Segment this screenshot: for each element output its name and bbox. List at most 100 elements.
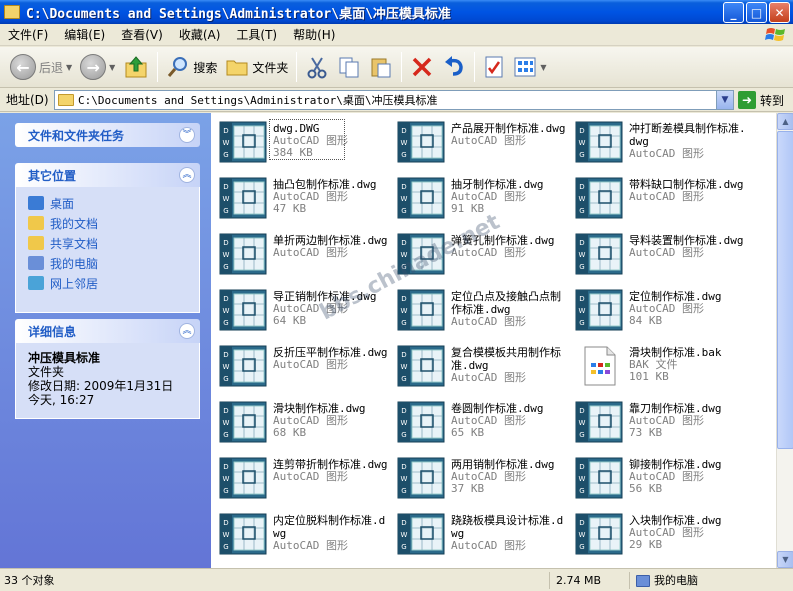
maximize-button[interactable]: □ (746, 2, 767, 23)
file-item[interactable]: D W G 定位凸点及接触凸点制作标准.dwg AutoCAD 图形 (393, 285, 568, 339)
svg-text:D: D (579, 127, 584, 135)
title-bar[interactable]: C:\Documents and Settings\Administrator\… (0, 0, 793, 24)
details-header[interactable]: 详细信息 ︽ (15, 319, 200, 343)
back-button[interactable]: ← 后退 ▼ (6, 50, 76, 84)
file-item[interactable]: D W G 滑块制作标准.dwg AutoCAD 图形 68 KB (215, 397, 390, 451)
file-item[interactable]: D W G 抽凸包制作标准.dwg AutoCAD 图形 47 KB (215, 173, 390, 227)
menu-help[interactable]: 帮助(H) (285, 24, 343, 46)
scroll-up-icon[interactable]: ▲ (777, 113, 793, 130)
address-value: C:\Documents and Settings\Administrator\… (78, 94, 438, 107)
file-item[interactable]: D W G 连剪带折制作标准.dwg AutoCAD 图形 (215, 453, 390, 507)
file-tasks-header[interactable]: 文件和文件夹任务 ︾ (15, 123, 200, 147)
go-button[interactable]: ➜ 转到 (738, 91, 784, 109)
file-item[interactable]: D W G 冲打断差模具制作标准.dwg AutoCAD 图形 (571, 117, 746, 171)
forward-dropdown-icon[interactable]: ▼ (109, 63, 115, 72)
collapse-chevron-icon[interactable]: ︽ (179, 167, 195, 183)
file-list[interactable]: D W Gdwg.DWG AutoCAD 图形 384 KB D W G 产品展开制作标准.dw… (211, 113, 776, 568)
place-my-computer[interactable]: 我的电脑 (28, 253, 199, 273)
scroll-thumb[interactable] (777, 131, 793, 449)
views-button[interactable]: ▼ (509, 50, 550, 84)
file-item[interactable]: D W G 弹簧孔制作标准.dwg AutoCAD 图形 (393, 229, 568, 283)
place-network[interactable]: 网上邻居 (28, 273, 199, 293)
place-desktop[interactable]: 桌面 (28, 193, 199, 213)
svg-text:G: G (223, 319, 228, 327)
desktop-icon (28, 196, 44, 210)
folders-icon (226, 60, 248, 76)
back-dropdown-icon[interactable]: ▼ (66, 63, 72, 72)
address-dropdown-icon[interactable]: ▼ (716, 91, 733, 109)
menu-file[interactable]: 文件(F) (0, 24, 56, 46)
minimize-button[interactable]: _ (723, 2, 744, 23)
svg-text:W: W (579, 307, 586, 315)
collapse-chevron-icon[interactable]: ︽ (179, 323, 195, 339)
file-item[interactable]: D W G 复合模模板共用制作标准.dwg AutoCAD 图形 (393, 341, 568, 395)
svg-text:G: G (579, 151, 584, 159)
other-places-header[interactable]: 其它位置 ︽ (15, 163, 200, 187)
expand-chevron-icon[interactable]: ︾ (179, 127, 195, 143)
file-size: 91 KB (451, 202, 485, 215)
search-button[interactable]: 搜索 (162, 50, 221, 84)
svg-text:D: D (401, 183, 406, 191)
go-label: 转到 (760, 93, 785, 108)
file-item[interactable]: D W G 单折两边制作标准.dwg AutoCAD 图形 (215, 229, 390, 283)
file-item[interactable]: D W G 靠刀制作标准.dwg AutoCAD 图形 73 KB (571, 397, 746, 451)
file-item[interactable]: D W G 反折压平制作标准.dwg AutoCAD 图形 (215, 341, 390, 395)
file-item[interactable]: D W G 定位制作标准.dwg AutoCAD 图形 84 KB (571, 285, 746, 339)
menu-tools[interactable]: 工具(T) (228, 24, 285, 46)
cut-button[interactable] (301, 50, 333, 84)
details-body: 冲压模具标准 文件夹 修改日期: 2009年1月31日 今天, 16:27 (15, 343, 200, 419)
svg-text:G: G (579, 543, 584, 551)
paste-button[interactable] (365, 50, 397, 84)
address-input[interactable]: C:\Documents and Settings\Administrator\… (54, 90, 734, 110)
file-item[interactable]: D W G 导料装置制作标准.dwg AutoCAD 图形 (571, 229, 746, 283)
svg-text:G: G (579, 263, 584, 271)
forward-arrow-icon: → (80, 54, 107, 80)
svg-text:W: W (223, 363, 230, 371)
status-count: 33 个对象 (0, 572, 550, 589)
file-item[interactable]: D W G 带料缺口制作标准.dwg AutoCAD 图形 (571, 173, 746, 227)
file-item[interactable]: D W G 两用销制作标准.dwg AutoCAD 图形 37 KB (393, 453, 568, 507)
file-size: 65 KB (451, 426, 485, 439)
file-item[interactable]: D W G 跷跷板模具设计标准.dwg AutoCAD 图形 (393, 509, 568, 563)
scroll-down-icon[interactable]: ▼ (777, 551, 793, 568)
file-item[interactable]: D W Gdwg.DWG AutoCAD 图形 384 KB (215, 117, 390, 171)
file-item[interactable]: D W G 导正销制作标准.dwg AutoCAD 图形 64 KB (215, 285, 390, 339)
menu-edit[interactable]: 编辑(E) (56, 24, 113, 46)
place-my-documents[interactable]: 我的文档 (28, 213, 199, 233)
folders-button[interactable]: 文件夹 (221, 50, 292, 84)
place-shared-documents[interactable]: 共享文档 (28, 233, 199, 253)
menu-view[interactable]: 查看(V) (113, 24, 171, 46)
window-controls: _ □ ✕ (723, 2, 790, 23)
detail-name: 冲压模具标准 (28, 351, 101, 365)
file-item[interactable]: D W G 抽牙制作标准.dwg AutoCAD 图形 91 KB (393, 173, 568, 227)
undo-button[interactable] (438, 50, 470, 84)
menu-favorites[interactable]: 收藏(A) (171, 24, 229, 46)
file-item[interactable]: D W G 铆接制作标准.dwg AutoCAD 图形 56 KB (571, 453, 746, 507)
forward-button[interactable]: → ▼ (76, 50, 119, 84)
dwg-file-icon: DWG (575, 289, 623, 331)
svg-text:D: D (579, 183, 584, 191)
svg-text:W: W (401, 531, 408, 539)
file-item[interactable]: D W G 产品展开制作标准.dwg AutoCAD 图形 (393, 117, 568, 171)
file-item[interactable]: D W G 卷圆制作标准.dwg AutoCAD 图形 65 KB (393, 397, 568, 451)
search-label: 搜索 (193, 60, 218, 75)
file-item[interactable]: D W G 入块制作标准.dwg AutoCAD 图形 29 KB (571, 509, 746, 563)
file-size: 47 KB (273, 202, 307, 215)
svg-text:W: W (401, 475, 408, 483)
details-title: 详细信息 (28, 324, 77, 339)
detail-type: 文件夹 (28, 365, 65, 379)
svg-text:W: W (401, 419, 408, 427)
copy-button[interactable] (333, 50, 365, 84)
file-item[interactable]: 滑块制作标准.bak BAK 文件 101 KB (571, 341, 746, 395)
svg-text:W: W (223, 475, 230, 483)
file-size: 37 KB (451, 482, 485, 495)
close-button[interactable]: ✕ (769, 2, 790, 23)
views-dropdown-icon[interactable]: ▼ (540, 63, 546, 72)
properties-button[interactable] (479, 50, 509, 84)
file-item[interactable]: D W G 内定位脱料制作标准.dwg AutoCAD 图形 (215, 509, 390, 563)
other-places-list: 桌面 我的文档 共享文档 我的电脑 网上邻居 (15, 187, 200, 313)
vertical-scrollbar[interactable]: ▲ ▼ (776, 113, 793, 568)
delete-button[interactable] (406, 50, 438, 84)
up-button[interactable] (119, 50, 153, 84)
place-label: 共享文档 (50, 236, 99, 251)
